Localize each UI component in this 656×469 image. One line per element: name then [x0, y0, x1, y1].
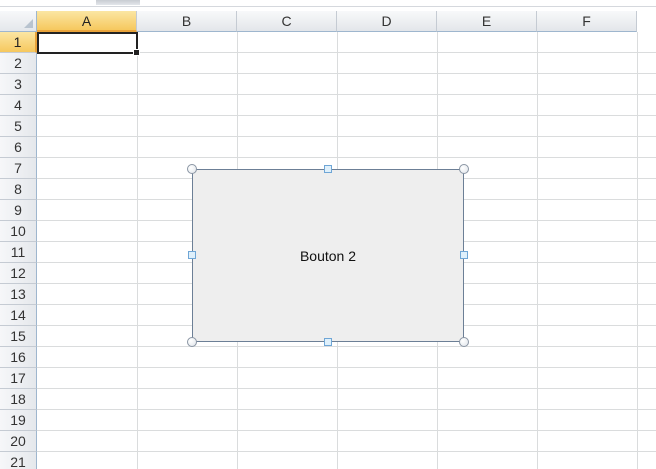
row-header[interactable]: 20	[0, 431, 37, 452]
row-header[interactable]: 8	[0, 179, 37, 200]
row-header[interactable]: 15	[0, 326, 37, 347]
row-gridline	[37, 136, 656, 137]
select-all-triangle-icon	[24, 19, 33, 28]
column-header-a[interactable]: A	[37, 11, 137, 32]
row-header[interactable]: 7	[0, 158, 37, 179]
column-gridline	[537, 32, 538, 469]
row-header[interactable]: 3	[0, 74, 37, 95]
column-header-c[interactable]: C	[237, 11, 337, 32]
row-gridline	[37, 73, 656, 74]
row-header[interactable]: 4	[0, 95, 37, 116]
fill-handle[interactable]	[133, 49, 140, 56]
row-header[interactable]: 18	[0, 389, 37, 410]
column-header-e[interactable]: E	[437, 11, 537, 32]
row-header[interactable]: 16	[0, 347, 37, 368]
column-header-f[interactable]: F	[537, 11, 637, 32]
row-gridline	[37, 115, 656, 116]
row-header[interactable]: 12	[0, 263, 37, 284]
row-header[interactable]: 1	[0, 32, 37, 53]
column-header-d[interactable]: D	[337, 11, 437, 32]
row-header[interactable]: 13	[0, 284, 37, 305]
row-header[interactable]: 10	[0, 221, 37, 242]
row-header[interactable]: 21	[0, 452, 37, 469]
row-header[interactable]: 2	[0, 53, 37, 74]
column-header-b[interactable]: B	[137, 11, 237, 32]
row-gridline	[37, 430, 656, 431]
resize-handle-bottom[interactable]	[324, 338, 332, 346]
row-gridline	[37, 451, 656, 452]
form-control-button[interactable]: Bouton 2	[192, 169, 464, 342]
column-gridline	[637, 32, 638, 469]
resize-handle-top-left[interactable]	[187, 164, 197, 174]
ribbon-bottom-edge	[0, 0, 656, 11]
resize-handle-top-right[interactable]	[459, 164, 469, 174]
row-gridline	[37, 409, 656, 410]
active-cell-a1[interactable]	[37, 32, 140, 56]
row-header[interactable]: 11	[0, 242, 37, 263]
resize-handle-left[interactable]	[188, 251, 196, 259]
row-header[interactable]: 19	[0, 410, 37, 431]
resize-handle-top[interactable]	[324, 165, 332, 173]
row-gridline	[37, 388, 656, 389]
row-header[interactable]: 9	[0, 200, 37, 221]
row-gridline	[37, 157, 656, 158]
row-header[interactable]: 17	[0, 368, 37, 389]
resize-handle-bottom-left[interactable]	[187, 337, 197, 347]
button-label: Bouton 2	[299, 247, 357, 264]
row-gridline	[37, 346, 656, 347]
row-gridline	[37, 94, 656, 95]
row-header[interactable]: 5	[0, 116, 37, 137]
resize-handle-bottom-right[interactable]	[459, 337, 469, 347]
select-all-corner[interactable]	[0, 11, 37, 32]
row-header[interactable]: 14	[0, 305, 37, 326]
column-gridline	[137, 32, 138, 469]
row-gridline	[37, 367, 656, 368]
ribbon-divider	[0, 6, 656, 7]
row-header[interactable]: 6	[0, 137, 37, 158]
resize-handle-right[interactable]	[460, 251, 468, 259]
sheet-tab-fragment	[96, 0, 140, 5]
